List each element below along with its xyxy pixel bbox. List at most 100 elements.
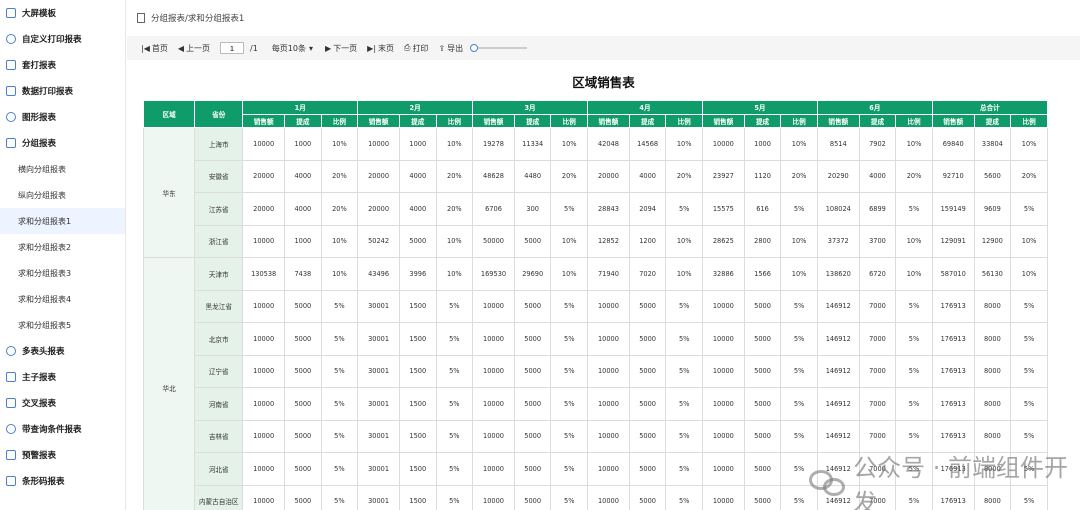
province-cell: 黑龙江省: [194, 289, 244, 323]
value-cell: 10000: [242, 452, 286, 486]
value-cell: 10000: [242, 322, 286, 356]
page-number-input[interactable]: [220, 42, 245, 54]
value-cell: 5%: [550, 354, 589, 388]
value-cell: 10000: [242, 127, 286, 161]
total-pages: /1: [250, 43, 258, 53]
value-cell: 20000: [357, 192, 400, 226]
value-cell: 5000: [284, 354, 322, 388]
value-cell: 5%: [665, 484, 703, 510]
value-cell: 30001: [357, 387, 400, 421]
sidebar-item[interactable]: 求和分组报表5: [0, 312, 125, 338]
value-cell: 9609: [973, 192, 1012, 226]
value-cell: 5000: [513, 419, 552, 453]
sidebar-item[interactable]: 带查询条件报表: [0, 416, 125, 442]
sub-header: 提成: [284, 113, 322, 128]
value-cell: 10000: [242, 354, 286, 388]
value-cell: 20%: [435, 159, 474, 193]
sidebar-item[interactable]: 图形报表: [0, 104, 125, 130]
region-cell: 华北: [142, 257, 196, 510]
value-cell: 10000: [701, 322, 745, 356]
value-cell: 5000: [743, 289, 782, 323]
month-header: 总合计: [931, 100, 1049, 115]
month-header: 4月: [587, 100, 703, 115]
value-cell: 169530: [472, 257, 515, 291]
zoom-slider[interactable]: [470, 44, 528, 52]
value-cell: 5%: [895, 322, 933, 356]
value-cell: 10000: [587, 484, 630, 510]
value-cell: 587010: [931, 257, 975, 291]
value-cell: 10%: [1010, 257, 1048, 291]
sidebar-item[interactable]: 纵向分组报表: [0, 182, 125, 208]
sidebar-item-label: 求和分组报表2: [18, 242, 72, 252]
sidebar-item[interactable]: 交叉报表: [0, 390, 125, 416]
value-cell: 10000: [587, 419, 630, 453]
sidebar-item[interactable]: 求和分组报表2: [0, 234, 125, 260]
sidebar-item[interactable]: 大屏模板: [0, 0, 125, 26]
sidebar-item[interactable]: 分组报表: [0, 130, 125, 156]
sidebar-item[interactable]: 求和分组报表3: [0, 260, 125, 286]
sidebar-item[interactable]: 条形码报表: [0, 468, 125, 494]
next-page-icon: ▶: [325, 43, 332, 53]
next-page-button[interactable]: ▶ 下一页: [325, 43, 357, 54]
value-cell: 146912: [816, 289, 860, 323]
report-toolbar: |◀ 首页 ◀ 上一页 /1 每页10条 ▾ ▶ 下一页 ▶| 末页 ⎙: [127, 36, 1080, 60]
sidebar-item[interactable]: 套打报表: [0, 52, 125, 78]
value-cell: 5%: [550, 484, 589, 510]
zoom-slider-handle[interactable]: [470, 44, 479, 52]
value-cell: 5%: [320, 289, 359, 323]
province-cell: 河北省: [194, 452, 244, 486]
export-button[interactable]: ⇪ 导出: [438, 43, 463, 54]
sidebar-item[interactable]: 求和分组报表4: [0, 286, 125, 312]
table-row: 安徽省 20000 4000 20% 20000 4000 20% 48628 4480 20% 2…: [144, 159, 1048, 193]
table-row: 华北 天津市 130538 7438 10% 43496 3996 10% 169530 2969…: [142, 257, 1048, 510]
value-cell: 5000: [743, 419, 782, 453]
sidebar-item-label: 条形码报表: [22, 477, 65, 487]
province-cell: 吉林省: [194, 419, 244, 453]
last-page-button[interactable]: ▶| 末页: [367, 43, 394, 54]
value-cell: 33804: [973, 127, 1012, 161]
sidebar-item[interactable]: 预警报表: [0, 442, 125, 468]
value-cell: 14568: [628, 127, 667, 161]
value-cell: 5000: [628, 354, 667, 388]
sidebar-item[interactable]: 自定义打印报表: [0, 26, 125, 52]
value-cell: 20%: [1010, 159, 1048, 193]
breadcrumb-text: 分组报表/求和分组报表1: [151, 14, 245, 24]
value-cell: 5%: [435, 484, 474, 510]
value-cell: 5000: [513, 289, 552, 323]
wechat-icon: [809, 468, 845, 498]
sub-header: 比例: [435, 113, 474, 128]
menu-icon: [6, 398, 16, 408]
value-cell: 5%: [550, 192, 589, 226]
value-cell: 4000: [284, 159, 322, 193]
print-button[interactable]: ⎙ 打印: [404, 43, 428, 54]
sidebar-item[interactable]: 求和分组报表1: [0, 208, 125, 234]
table-row: 浙江省 10000 1000 10% 50242 5000 10% 50000 5000 10% 1…: [144, 224, 1048, 258]
value-cell: 71940: [587, 257, 630, 291]
sidebar-item[interactable]: 横向分组报表: [0, 156, 125, 182]
month-header: 6月: [816, 100, 933, 115]
value-cell: 48628: [472, 159, 515, 193]
value-cell: 176913: [931, 322, 975, 356]
value-cell: 5%: [550, 452, 589, 486]
sidebar-item[interactable]: 主子报表: [0, 364, 125, 390]
value-cell: 5%: [435, 419, 474, 453]
value-cell: 3996: [398, 257, 437, 291]
value-cell: 5%: [665, 322, 703, 356]
menu-icon: [6, 112, 16, 122]
sidebar-item-label: 多表头报表: [22, 347, 65, 357]
sidebar-item[interactable]: 多表头报表: [0, 338, 125, 364]
value-cell: 20%: [435, 192, 474, 226]
value-cell: 20%: [320, 192, 359, 226]
value-cell: 5000: [628, 289, 667, 323]
value-cell: 50000: [472, 224, 515, 258]
first-page-button[interactable]: |◀ 首页: [141, 43, 168, 54]
value-cell: 4000: [284, 192, 322, 226]
value-cell: 10000: [242, 289, 286, 323]
value-cell: 10000: [472, 322, 515, 356]
sidebar-item[interactable]: 数据打印报表: [0, 78, 125, 104]
prev-page-button[interactable]: ◀ 上一页: [178, 43, 210, 54]
value-cell: 10000: [587, 354, 630, 388]
value-cell: 5%: [320, 484, 359, 510]
per-page-select[interactable]: 每页10条 ▾: [272, 43, 315, 54]
value-cell: 30001: [357, 289, 400, 323]
